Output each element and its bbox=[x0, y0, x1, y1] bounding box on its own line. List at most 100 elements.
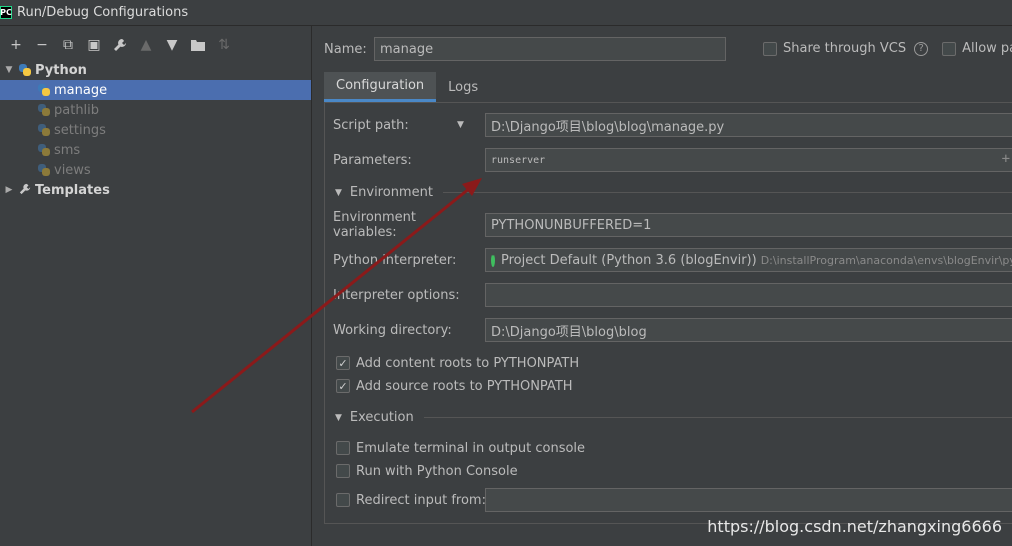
wrench-icon bbox=[18, 183, 32, 198]
env-vars-value: PYTHONUNBUFFERED=1 bbox=[491, 217, 652, 233]
working-dir-value: D:\Django项目\blog\blog bbox=[491, 324, 647, 340]
tree-item-label: pathlib bbox=[54, 102, 100, 118]
execution-section[interactable]: ▼ Execution bbox=[335, 410, 1012, 425]
python-icon bbox=[37, 123, 51, 137]
sort-icon[interactable]: ⇅ bbox=[212, 33, 236, 57]
loading-spinner-icon bbox=[491, 253, 495, 267]
script-path-row: Script path: ▼ bbox=[333, 113, 483, 137]
allow-parallel-label: Allow para bbox=[962, 41, 1012, 56]
python-icon bbox=[18, 63, 32, 77]
parameters-field[interactable]: runserver + bbox=[485, 148, 1012, 172]
python-icon bbox=[37, 83, 51, 97]
watermark: https://blog.csdn.net/zhangxing6666 bbox=[707, 517, 1002, 536]
tree-node-label: Templates bbox=[35, 182, 110, 198]
working-dir-label: Working directory: bbox=[333, 322, 452, 338]
vcs-options: Share through VCS ? Allow para bbox=[763, 41, 1012, 56]
tab-logs[interactable]: Logs bbox=[436, 72, 490, 102]
run-console-checkbox[interactable] bbox=[336, 464, 350, 478]
share-vcs-checkbox[interactable] bbox=[763, 41, 777, 56]
tree-item-pathlib[interactable]: pathlib bbox=[0, 100, 311, 120]
interpreter-options-label: Interpreter options: bbox=[333, 287, 460, 303]
copy-icon[interactable]: ⧉ bbox=[56, 33, 80, 57]
name-row: Name: manage bbox=[324, 37, 726, 61]
python-icon bbox=[37, 143, 51, 157]
environment-section-label: Environment bbox=[349, 185, 433, 200]
add-icon[interactable]: + bbox=[4, 33, 28, 57]
window-title: Run/Debug Configurations bbox=[17, 5, 189, 20]
pycharm-icon: PC bbox=[0, 6, 12, 19]
env-vars-label: Environment variables: bbox=[333, 210, 417, 240]
script-type-dropdown[interactable]: ▼ bbox=[457, 120, 464, 130]
move-down-icon[interactable]: ▼ bbox=[160, 33, 184, 57]
help-icon[interactable]: ? bbox=[914, 41, 929, 56]
chevron-down-icon[interactable]: ▼ bbox=[3, 65, 15, 75]
tree-item-manage[interactable]: manage bbox=[0, 80, 311, 100]
redirect-input-checkbox[interactable] bbox=[336, 493, 350, 507]
emulate-terminal-label: Emulate terminal in output console bbox=[356, 440, 586, 456]
tree-item-sms[interactable]: sms bbox=[0, 140, 311, 160]
emulate-terminal-row: Emulate terminal in output console bbox=[336, 438, 585, 458]
emulate-terminal-checkbox[interactable] bbox=[336, 441, 350, 455]
interpreter-select[interactable]: Project Default (Python 3.6 (blogEnvir))… bbox=[485, 248, 1012, 272]
tree-node-python[interactable]: ▼ Python bbox=[0, 60, 311, 80]
interpreter-label: Python interpreter: bbox=[333, 252, 457, 268]
run-console-label: Run with Python Console bbox=[356, 463, 518, 479]
tab-configuration[interactable]: Configuration bbox=[324, 72, 437, 102]
save-icon[interactable]: ▣ bbox=[82, 33, 106, 57]
configuration-panel: Script path: ▼ D:\Django项目\blog\blog\man… bbox=[324, 102, 1012, 524]
parameters-value: runserver bbox=[491, 154, 546, 166]
python-icon bbox=[37, 163, 51, 177]
configuration-details-panel: Name: manage Share through VCS ? Allow p… bbox=[313, 26, 1012, 546]
chevron-down-icon: ▼ bbox=[335, 187, 342, 198]
title-bar: PC Run/Debug Configurations bbox=[0, 0, 1012, 26]
redirect-input-label: Redirect input from: bbox=[356, 492, 486, 508]
tree-item-label: views bbox=[54, 162, 91, 178]
configurations-tree-panel: + − ⧉ ▣ ▲ ▼ ⇅ ▼ Python manage pathlib se… bbox=[0, 26, 312, 546]
script-path-field[interactable]: D:\Django项目\blog\blog\manage.py ▭ bbox=[485, 113, 1012, 137]
name-input[interactable]: manage bbox=[374, 37, 726, 61]
interpreter-options-row: Interpreter options: bbox=[333, 283, 483, 307]
interpreter-value: Project Default (Python 3.6 (blogEnvir)) bbox=[501, 252, 757, 268]
tree-item-label: settings bbox=[54, 122, 106, 138]
remove-icon[interactable]: − bbox=[30, 33, 54, 57]
tree-toolbar: + − ⧉ ▣ ▲ ▼ ⇅ bbox=[0, 26, 311, 64]
section-divider bbox=[423, 417, 1012, 418]
add-source-roots-checkbox[interactable]: ✓ bbox=[336, 379, 350, 393]
script-path-value: D:\Django项目\blog\blog\manage.py bbox=[491, 119, 725, 135]
folder-add-icon[interactable] bbox=[186, 33, 210, 57]
wrench-icon[interactable] bbox=[108, 33, 132, 57]
chevron-right-icon[interactable]: ▶ bbox=[3, 185, 15, 195]
add-content-roots-row: ✓ Add content roots to PYTHONPATH bbox=[336, 353, 579, 373]
tree-item-views[interactable]: views bbox=[0, 160, 311, 180]
run-console-row: Run with Python Console bbox=[336, 461, 518, 481]
execution-section-label: Execution bbox=[349, 410, 414, 425]
add-content-roots-label: Add content roots to PYTHONPATH bbox=[356, 355, 580, 371]
add-content-roots-checkbox[interactable]: ✓ bbox=[336, 356, 350, 370]
add-source-roots-label: Add source roots to PYTHONPATH bbox=[356, 378, 573, 394]
parameters-row: Parameters: bbox=[333, 148, 483, 172]
move-up-icon[interactable]: ▲ bbox=[134, 33, 158, 57]
tree-item-settings[interactable]: settings bbox=[0, 120, 311, 140]
configurations-tree: ▼ Python manage pathlib settings sms vie… bbox=[0, 60, 311, 200]
redirect-input-row: Redirect input from: bbox=[336, 490, 486, 510]
tree-node-label: Python bbox=[35, 62, 87, 78]
env-vars-row: Environment variables: bbox=[333, 210, 483, 240]
allow-parallel-checkbox[interactable] bbox=[942, 41, 957, 56]
share-vcs-label: Share through VCS bbox=[783, 41, 907, 56]
working-dir-field[interactable]: D:\Django项目\blog\blog ▭ bbox=[485, 318, 1012, 342]
tree-item-label: sms bbox=[54, 142, 81, 158]
plus-icon[interactable]: + bbox=[1002, 151, 1010, 167]
working-dir-row: Working directory: bbox=[333, 318, 483, 342]
environment-section[interactable]: ▼ Environment bbox=[335, 185, 1012, 200]
redirect-input-field[interactable]: ▭ bbox=[485, 488, 1012, 512]
chevron-down-icon: ▼ bbox=[335, 412, 342, 423]
python-icon bbox=[37, 103, 51, 117]
tree-item-label: manage bbox=[54, 82, 108, 98]
env-vars-field[interactable]: PYTHONUNBUFFERED=1 ▤ bbox=[485, 213, 1012, 237]
section-divider bbox=[442, 192, 1012, 193]
interpreter-options-field[interactable] bbox=[485, 283, 1012, 307]
tree-node-templates[interactable]: ▶ Templates bbox=[0, 180, 311, 200]
name-label: Name: bbox=[324, 41, 367, 57]
interpreter-path: D:\installProgram\anaconda\envs\blogEnvi… bbox=[760, 253, 1012, 267]
tab-bar: Configuration Logs bbox=[324, 72, 490, 102]
